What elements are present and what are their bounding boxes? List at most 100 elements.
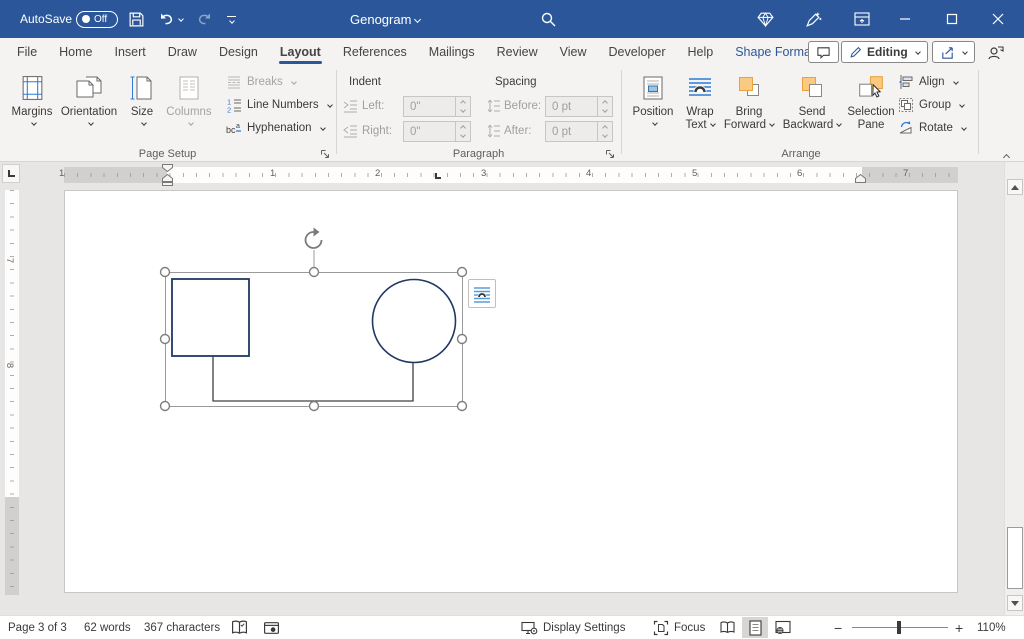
presence-button[interactable] bbox=[986, 43, 1005, 62]
redo-button-disabled[interactable] bbox=[196, 0, 214, 38]
page-indicator[interactable]: Page 3 of 3 bbox=[8, 616, 67, 639]
group-button[interactable]: Group bbox=[898, 97, 964, 113]
zoom-slider-thumb[interactable] bbox=[897, 621, 901, 634]
tab-stop-marker[interactable] bbox=[435, 173, 441, 179]
document-page[interactable] bbox=[64, 190, 958, 593]
spinner-arrows[interactable] bbox=[597, 97, 612, 116]
web-layout-button[interactable] bbox=[770, 617, 796, 638]
character-count[interactable]: 367 characters bbox=[144, 616, 220, 639]
minimize-button[interactable] bbox=[899, 0, 911, 38]
proofing-status-button[interactable] bbox=[231, 616, 248, 639]
undo-icon bbox=[157, 10, 175, 28]
scroll-up-button[interactable] bbox=[1007, 179, 1023, 195]
wrap-text-button[interactable]: Wrap Text bbox=[678, 70, 722, 132]
tab-references[interactable]: References bbox=[332, 38, 418, 66]
tab-insert[interactable]: Insert bbox=[104, 38, 157, 66]
spinner-arrows[interactable] bbox=[455, 97, 470, 116]
zoom-out-button[interactable]: − bbox=[834, 616, 842, 639]
scrollbar-thumb[interactable] bbox=[1007, 527, 1023, 589]
read-mode-button[interactable] bbox=[714, 617, 740, 638]
maximize-button[interactable] bbox=[946, 0, 958, 38]
focus-mode-button[interactable]: Focus bbox=[653, 616, 705, 639]
spinner-arrows[interactable] bbox=[455, 122, 470, 141]
selection-pane-button[interactable]: Selection Pane bbox=[843, 70, 899, 132]
spacing-after-icon bbox=[487, 124, 501, 138]
ruler-number: 8 bbox=[4, 363, 15, 368]
orientation-button[interactable]: Orientation bbox=[58, 70, 120, 128]
paragraph-dialog-launcher[interactable] bbox=[605, 149, 615, 159]
collapse-ribbon-button[interactable] bbox=[1000, 148, 1009, 162]
vertical-ruler[interactable]: 7 8 bbox=[5, 190, 19, 595]
share-button[interactable] bbox=[932, 41, 975, 63]
vertical-scrollbar[interactable] bbox=[1004, 162, 1024, 615]
rotate-button[interactable]: Rotate bbox=[898, 120, 966, 136]
ruler-number: 4 bbox=[586, 168, 591, 179]
search-button[interactable] bbox=[540, 0, 557, 38]
ruler-number: 1 bbox=[270, 168, 275, 179]
customize-quick-access-toolbar-button[interactable] bbox=[227, 0, 236, 38]
tab-review[interactable]: Review bbox=[486, 38, 549, 66]
print-layout-icon bbox=[749, 620, 762, 636]
tab-layout[interactable]: Layout bbox=[269, 38, 332, 66]
ruler-number: 2 bbox=[375, 168, 380, 179]
tab-developer[interactable]: Developer bbox=[598, 38, 677, 66]
spacing-after-field[interactable]: 0 pt bbox=[545, 121, 613, 142]
spinner-arrows[interactable] bbox=[597, 122, 612, 141]
tab-view[interactable]: View bbox=[549, 38, 598, 66]
zoom-level[interactable]: 110% bbox=[977, 616, 1006, 639]
scroll-down-arrow bbox=[1011, 601, 1019, 606]
autosave-toggle[interactable]: Off bbox=[76, 0, 118, 38]
hanging-indent-marker[interactable] bbox=[162, 174, 173, 186]
align-button[interactable]: Align bbox=[898, 74, 958, 90]
tab-design[interactable]: Design bbox=[208, 38, 269, 66]
document-title[interactable]: Genogram bbox=[350, 0, 420, 38]
breaks-button-disabled[interactable]: Breaks bbox=[226, 74, 296, 90]
whats-new-button[interactable] bbox=[804, 0, 823, 38]
bring-forward-button[interactable]: Bring Forward bbox=[723, 70, 775, 132]
line-numbers-button[interactable]: 12 Line Numbers bbox=[226, 97, 332, 113]
hyphenation-button[interactable]: bca Hyphenation bbox=[226, 120, 325, 136]
horizontal-ruler[interactable]: 1 1 2 3 4 5 6 7 bbox=[64, 167, 958, 183]
autosave-state: Off bbox=[94, 14, 107, 25]
premium-button[interactable] bbox=[756, 0, 775, 38]
tab-draw[interactable]: Draw bbox=[157, 38, 208, 66]
ribbon-tab-row: File Home Insert Draw Design Layout Refe… bbox=[0, 38, 1024, 66]
tab-file[interactable]: File bbox=[6, 38, 48, 66]
undo-button[interactable] bbox=[157, 0, 183, 38]
print-layout-button[interactable] bbox=[742, 617, 768, 638]
zoom-in-button[interactable]: + bbox=[955, 616, 963, 639]
margins-button[interactable]: Margins bbox=[8, 70, 56, 128]
display-settings-button[interactable]: Display Settings bbox=[521, 616, 625, 639]
tab-stop-selector[interactable] bbox=[2, 164, 20, 183]
size-button[interactable]: Size bbox=[122, 70, 162, 128]
position-button[interactable]: Position bbox=[629, 70, 677, 128]
layout-options-button[interactable] bbox=[468, 279, 496, 308]
macro-recording-button[interactable] bbox=[263, 616, 280, 639]
document-canvas[interactable]: 1 1 2 3 4 5 6 7 7 8 bbox=[0, 162, 1024, 615]
share-chevron bbox=[962, 49, 968, 55]
tab-home[interactable]: Home bbox=[48, 38, 103, 66]
proofing-book-icon bbox=[231, 619, 248, 636]
indent-left-field[interactable]: 0" bbox=[403, 96, 471, 117]
page-setup-dialog-launcher[interactable] bbox=[320, 149, 330, 159]
spacing-before-field[interactable]: 0 pt bbox=[545, 96, 613, 117]
tab-mailings[interactable]: Mailings bbox=[418, 38, 486, 66]
save-button[interactable] bbox=[128, 0, 145, 38]
word-count[interactable]: 62 words bbox=[84, 616, 131, 639]
right-indent-marker[interactable] bbox=[855, 174, 866, 183]
send-backward-button[interactable]: Send Backward bbox=[781, 70, 843, 132]
close-icon bbox=[992, 13, 1004, 25]
undo-dropdown-chevron[interactable] bbox=[178, 16, 184, 22]
close-button[interactable] bbox=[992, 0, 1004, 38]
ribbon-display-options-button[interactable] bbox=[853, 0, 871, 38]
columns-button-disabled[interactable]: Columns bbox=[164, 70, 214, 128]
editing-mode-dropdown[interactable]: Editing bbox=[841, 41, 928, 63]
scroll-down-button[interactable] bbox=[1007, 595, 1023, 611]
comments-button[interactable] bbox=[808, 41, 839, 63]
selection-pane-icon bbox=[857, 74, 885, 102]
first-line-indent-marker[interactable] bbox=[162, 164, 173, 172]
indent-left-icon bbox=[343, 100, 358, 113]
margins-icon bbox=[19, 74, 46, 102]
indent-right-field[interactable]: 0" bbox=[403, 121, 471, 142]
tab-help[interactable]: Help bbox=[677, 38, 725, 66]
